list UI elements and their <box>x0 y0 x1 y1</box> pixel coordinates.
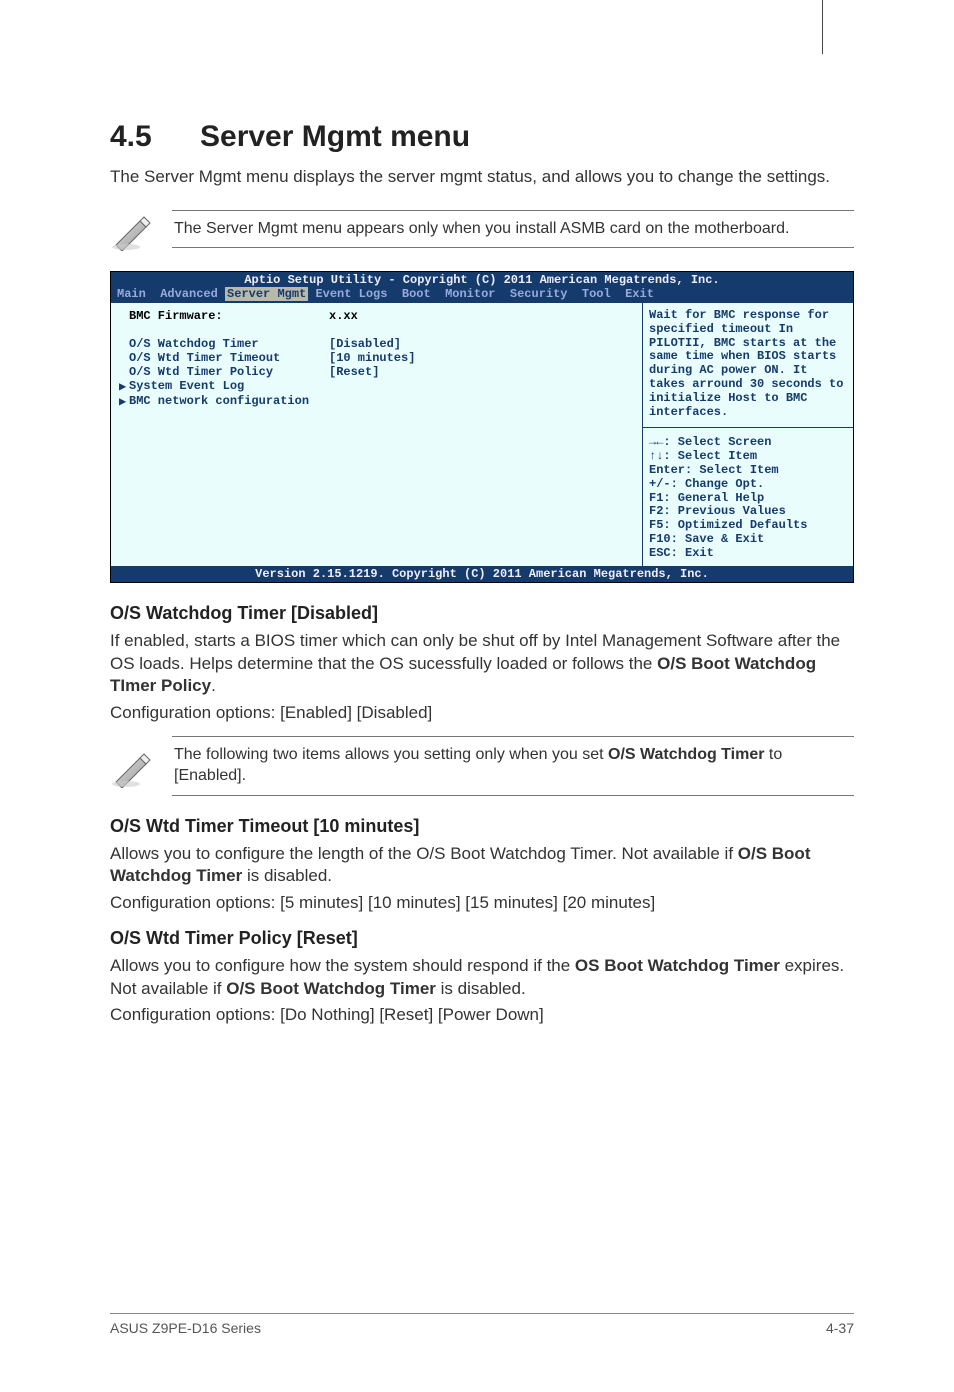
page-footer: ASUS Z9PE-D16 Series 4-37 <box>110 1313 854 1336</box>
p-text: . <box>211 676 216 695</box>
bios-row-tri <box>119 337 129 351</box>
bios-key-3: +/-: Change Opt. <box>649 478 847 492</box>
section-title: 4.5Server Mgmt menu <box>110 120 854 154</box>
bios-row-label: O/S Wtd Timer Timeout <box>129 351 329 365</box>
bios-tabs-post: Event Logs Boot Monitor Security Tool Ex… <box>308 287 654 301</box>
bios-row-firmware: BMC Firmware:x.xx <box>119 309 634 323</box>
bios-row-tri <box>119 309 129 323</box>
bios-body: BMC Firmware:x.xx O/S Watchdog Timer[Dis… <box>111 302 853 567</box>
note-2-text: The following two items allows you setti… <box>172 736 854 796</box>
bios-row-bmcnet[interactable]: ▶BMC network configuration <box>119 394 634 409</box>
n2-b: O/S Watchdog Timer <box>608 746 764 763</box>
bios-header: Aptio Setup Utility - Copyright (C) 2011… <box>111 272 853 287</box>
bios-row-label: BMC network configuration <box>129 394 634 409</box>
note-pencil-icon <box>110 744 154 788</box>
bios-row-value: [10 minutes] <box>329 351 415 365</box>
bios-row-tri <box>119 365 129 379</box>
subhead-timeout: O/S Wtd Timer Timeout [10 minutes] <box>110 816 854 837</box>
bios-row-policy[interactable]: O/S Wtd Timer Policy[Reset] <box>119 365 634 379</box>
bios-left-pane: BMC Firmware:x.xx O/S Watchdog Timer[Dis… <box>111 303 643 567</box>
bios-key-8: ESC: Exit <box>649 547 847 561</box>
footer-right: 4-37 <box>826 1320 854 1336</box>
subhead-policy: O/S Wtd Timer Policy [Reset] <box>110 928 854 949</box>
bios-key-7: F10: Save & Exit <box>649 533 847 547</box>
bios-key-2: Enter: Select Item <box>649 464 847 478</box>
subhead-watchdog: O/S Watchdog Timer [Disabled] <box>110 603 854 624</box>
intro-paragraph: The Server Mgmt menu displays the server… <box>110 166 854 189</box>
bios-row-value: [Reset] <box>329 365 379 379</box>
bios-row-value: [Disabled] <box>329 337 401 351</box>
bios-row-label: BMC Firmware: <box>129 309 329 323</box>
opts-watchdog: Configuration options: [Enabled] [Disabl… <box>110 702 854 724</box>
para-watchdog: If enabled, starts a BIOS timer which ca… <box>110 630 854 697</box>
bios-key-6: F5: Optimized Defaults <box>649 519 847 533</box>
bios-key-0: →←: Select Screen <box>649 436 847 450</box>
bios-row-blank <box>119 323 634 337</box>
bios-help-pane: Wait for BMC response for specified time… <box>643 303 853 567</box>
note-block-2: The following two items allows you setti… <box>110 736 854 796</box>
p-bold: OS Boot Watchdog Timer <box>575 956 780 975</box>
para-policy: Allows you to configure how the system s… <box>110 955 854 1000</box>
para-timeout: Allows you to configure the length of th… <box>110 843 854 888</box>
footer-left: ASUS Z9PE-D16 Series <box>110 1320 261 1336</box>
p-bold: O/S Boot Watchdog Timer <box>226 979 436 998</box>
bios-footer: Version 2.15.1219. Copyright (C) 2011 Am… <box>111 566 853 582</box>
triangle-right-icon: ▶ <box>119 379 129 394</box>
note-block-1: The Server Mgmt menu appears only when y… <box>110 207 854 251</box>
section-heading-text: Server Mgmt menu <box>200 120 470 153</box>
bios-setup-panel: Aptio Setup Utility - Copyright (C) 2011… <box>110 271 854 584</box>
triangle-right-icon: ▶ <box>119 394 129 409</box>
bios-row-timeout[interactable]: O/S Wtd Timer Timeout[10 minutes] <box>119 351 634 365</box>
section-number: 4.5 <box>110 120 200 154</box>
n2-a: The following two items allows you setti… <box>174 746 608 763</box>
bios-tab-bar: Main Advanced Server Mgmt Event Logs Boo… <box>111 287 853 302</box>
p-text: Allows you to configure the length of th… <box>110 844 738 863</box>
opts-policy: Configuration options: [Do Nothing] [Res… <box>110 1004 854 1026</box>
bios-row-label: O/S Watchdog Timer <box>129 337 329 351</box>
bios-key-4: F1: General Help <box>649 492 847 506</box>
bios-row-sel[interactable]: ▶System Event Log <box>119 379 634 394</box>
p-text: is disabled. <box>242 866 332 885</box>
p-text: Allows you to configure how the system s… <box>110 956 575 975</box>
opts-timeout: Configuration options: [5 minutes] [10 m… <box>110 892 854 914</box>
note-pencil-icon <box>110 207 154 251</box>
bios-key-5: F2: Previous Values <box>649 505 847 519</box>
bios-row-label: System Event Log <box>129 379 634 394</box>
p-text: is disabled. <box>436 979 526 998</box>
bios-tabs-pre: Main Advanced <box>117 287 225 301</box>
bios-key-1: ↑↓: Select Item <box>649 450 847 464</box>
note-1-text: The Server Mgmt menu appears only when y… <box>172 210 854 249</box>
bios-row-value: x.xx <box>329 309 358 323</box>
bios-tab-active[interactable]: Server Mgmt <box>225 287 308 301</box>
bios-help-text: Wait for BMC response for specified time… <box>649 309 847 419</box>
bios-row-watchdog[interactable]: O/S Watchdog Timer[Disabled] <box>119 337 634 351</box>
bios-row-tri <box>119 351 129 365</box>
bios-row-label: O/S Wtd Timer Policy <box>129 365 329 379</box>
bios-help-separator <box>643 427 853 428</box>
top-margin-rule <box>822 0 823 54</box>
